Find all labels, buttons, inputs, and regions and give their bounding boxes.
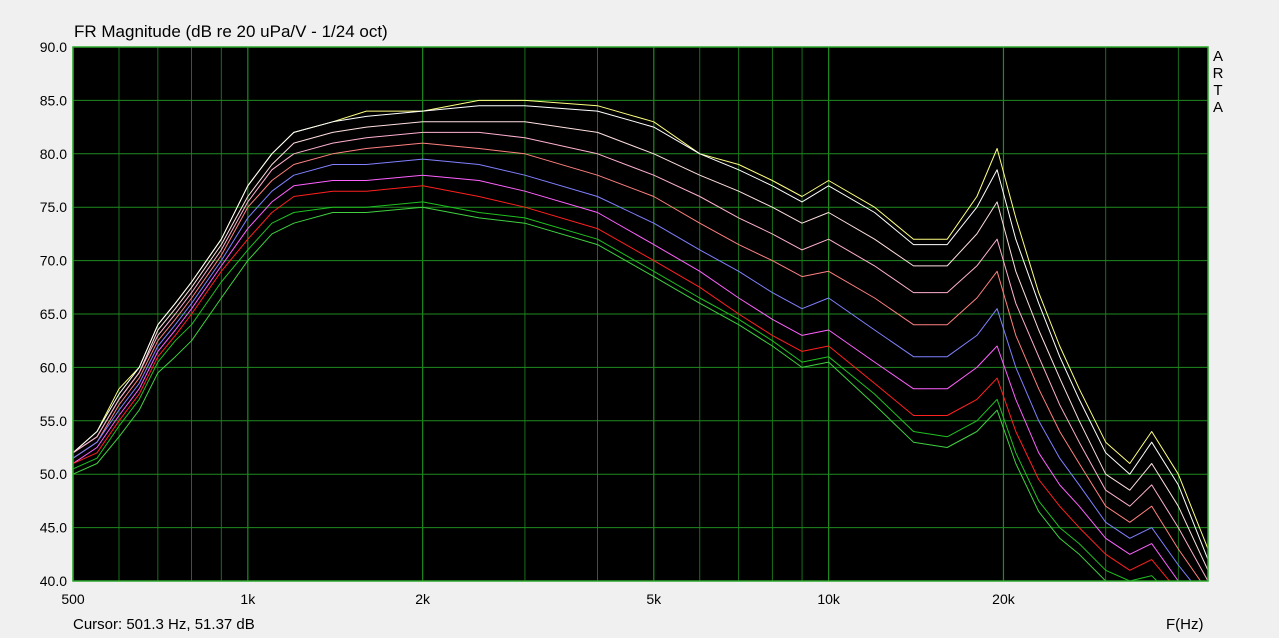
y-tick-label: 65.0 bbox=[40, 306, 67, 322]
x-tick-label: 20k bbox=[992, 591, 1016, 607]
arta-watermark: A R T A bbox=[1212, 48, 1224, 116]
y-tick-label: 75.0 bbox=[40, 199, 67, 215]
y-tick-label: 55.0 bbox=[40, 413, 67, 429]
cursor-readout: Cursor: 501.3 Hz, 51.37 dB bbox=[73, 616, 255, 633]
y-tick-label: 80.0 bbox=[40, 146, 67, 162]
y-tick-label: 90.0 bbox=[40, 39, 67, 55]
y-tick-label: 45.0 bbox=[40, 520, 67, 536]
watermark-letter: R bbox=[1212, 65, 1224, 82]
y-tick-label: 85.0 bbox=[40, 92, 67, 108]
frequency-response-chart[interactable]: 40.0 45.0 50.0 55.0 60.0 65.0 70.0 75.0 80.0 85.0… bbox=[0, 0, 1279, 638]
x-tick-label: 5k bbox=[646, 591, 662, 607]
x-tick-label: 2k bbox=[415, 591, 431, 607]
y-tick-label: 70.0 bbox=[40, 253, 67, 269]
y-tick-label: 50.0 bbox=[40, 466, 67, 482]
watermark-letter: T bbox=[1213, 82, 1223, 99]
y-tick-label: 40.0 bbox=[40, 573, 67, 589]
watermark-letter: A bbox=[1212, 99, 1223, 116]
watermark-letter: A bbox=[1212, 48, 1223, 65]
x-tick-label: 500 bbox=[61, 591, 85, 607]
y-tick-label: 60.0 bbox=[40, 359, 67, 375]
x-tick-label: 1k bbox=[240, 591, 256, 607]
x-tick-label: 10k bbox=[817, 591, 841, 607]
x-axis-unit-label: F(Hz) bbox=[1166, 616, 1204, 633]
